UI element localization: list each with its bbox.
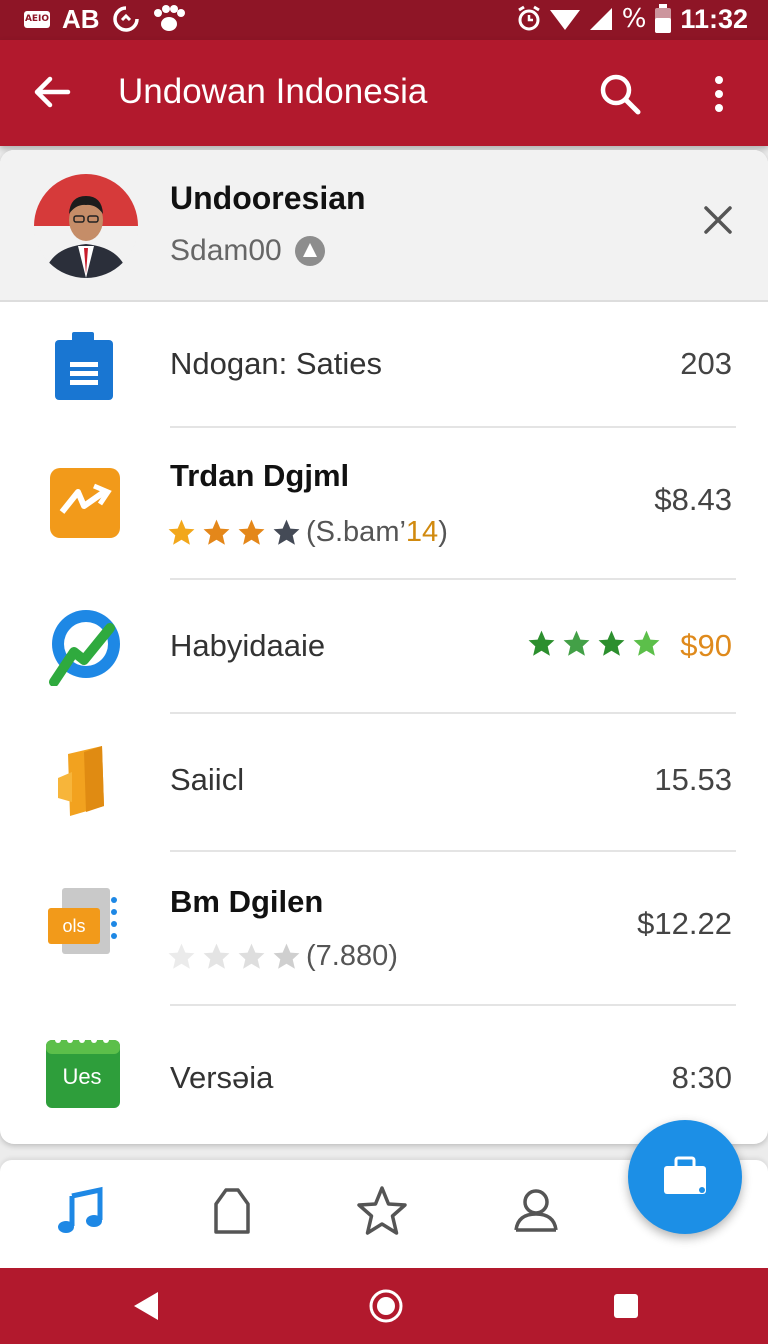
star-filled-icon bbox=[203, 519, 230, 545]
item-value: $90 bbox=[680, 628, 732, 663]
item-title: Trdan Dgjml bbox=[170, 458, 350, 493]
alarm-icon bbox=[517, 5, 540, 31]
person-icon[interactable] bbox=[508, 1184, 564, 1240]
star-filled-icon bbox=[168, 519, 195, 545]
system-nav-bar bbox=[0, 1268, 768, 1344]
item-value: $12.22 bbox=[637, 906, 732, 941]
profile-header: Undooresian Sdam00 bbox=[0, 150, 768, 302]
item-value: 203 bbox=[680, 346, 732, 381]
star-empty-icon bbox=[168, 943, 195, 969]
status-time: 11:32 bbox=[680, 3, 748, 34]
search-icon[interactable] bbox=[596, 70, 644, 118]
app-bar: Undowan Indonesia bbox=[0, 40, 768, 146]
status-signal-text: % bbox=[621, 4, 647, 34]
fab-button[interactable] bbox=[628, 1120, 742, 1234]
star-filled-icon bbox=[528, 630, 555, 656]
nav-home-icon[interactable] bbox=[368, 1288, 404, 1324]
star-empty-icon bbox=[203, 943, 230, 969]
item-title: Bm Dgilen bbox=[170, 884, 324, 919]
rating-prefix: (S.bam’ bbox=[306, 516, 406, 548]
profile-subtitle: Sdam00 bbox=[170, 234, 326, 268]
paw-icon bbox=[153, 5, 185, 31]
globe-check-icon bbox=[49, 610, 120, 686]
star-filled-icon bbox=[633, 630, 660, 656]
sync-icon bbox=[112, 6, 139, 32]
avatar-image bbox=[34, 174, 138, 278]
star-icon[interactable] bbox=[354, 1184, 410, 1240]
profile-name: Undooresian bbox=[170, 180, 366, 216]
back-arrow-icon[interactable] bbox=[28, 68, 76, 116]
status-left-text: AB bbox=[62, 3, 100, 34]
music-icon[interactable] bbox=[54, 1184, 110, 1240]
star-filled-icon bbox=[598, 630, 625, 656]
briefcase-icon bbox=[664, 1156, 706, 1194]
star-filled-icon bbox=[238, 519, 265, 545]
document-icon bbox=[55, 332, 113, 400]
star-empty-icon bbox=[273, 943, 300, 969]
status-bar: AEIO AB % 11:32 bbox=[0, 0, 768, 40]
rating-text: (7.880) bbox=[306, 940, 398, 972]
list-item[interactable]: Trdan Dgjml (S.bam’ 14) $8.43 bbox=[0, 428, 768, 578]
signal-icon bbox=[589, 8, 612, 30]
list-item[interactable]: ols Bm Dgilen (7.880) $12.22 bbox=[0, 852, 768, 1004]
notebook-icon: ols bbox=[48, 888, 117, 954]
item-title: Ndogan: Saties bbox=[170, 346, 382, 381]
cube-icon bbox=[58, 746, 104, 816]
list-item[interactable]: Habyidaaie $90 bbox=[0, 580, 768, 712]
rating-suffix: ) bbox=[438, 516, 448, 548]
calendar-label: Ues bbox=[62, 1064, 101, 1089]
page-title: Undowan Indonesia bbox=[118, 72, 428, 111]
nav-back-icon[interactable] bbox=[128, 1288, 164, 1324]
item-title: Versəia bbox=[170, 1060, 274, 1095]
bag-icon[interactable] bbox=[204, 1184, 260, 1240]
verified-badge-icon bbox=[294, 236, 325, 266]
item-value: 8:30 bbox=[671, 1060, 732, 1095]
notification-box-icon: AEIO bbox=[24, 10, 50, 28]
profile-subtitle-text: Sdam00 bbox=[170, 234, 282, 267]
close-icon[interactable] bbox=[698, 200, 738, 240]
play-forward-icon bbox=[50, 468, 120, 538]
list-item[interactable]: Ndogan: Saties 203 bbox=[0, 302, 768, 426]
avatar[interactable] bbox=[34, 174, 138, 278]
rating-count: 14 bbox=[405, 516, 439, 548]
content-card: Undooresian Sdam00 Ndogan: Saties 203 Tr… bbox=[0, 150, 768, 1144]
item-title: Saiicl bbox=[170, 762, 245, 797]
wifi-icon bbox=[549, 10, 580, 30]
list-item[interactable]: Saiicl 15.53 bbox=[0, 714, 768, 850]
star-empty-icon bbox=[238, 943, 265, 969]
more-vert-icon[interactable] bbox=[704, 70, 734, 118]
rating-row: (S.bam’ 14) bbox=[166, 516, 448, 549]
nav-recents-icon[interactable] bbox=[608, 1288, 644, 1324]
calendar-icon: Ues bbox=[46, 1037, 120, 1108]
item-title: Habyidaaie bbox=[170, 628, 326, 663]
item-value: $8.43 bbox=[654, 482, 732, 517]
star-filled-icon bbox=[273, 519, 300, 545]
notebook-label: ols bbox=[62, 916, 85, 936]
star-filled-icon bbox=[563, 630, 590, 656]
rating-row bbox=[526, 628, 666, 659]
battery-icon bbox=[655, 4, 672, 33]
item-value: 15.53 bbox=[654, 762, 732, 797]
rating-row: (7.880) bbox=[166, 940, 398, 973]
